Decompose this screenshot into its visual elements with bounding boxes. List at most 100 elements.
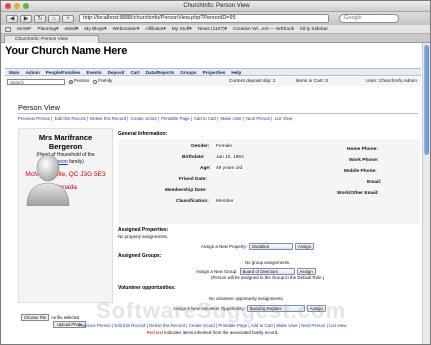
window-title: ChurchInfo: Person View bbox=[183, 3, 250, 9]
tab-bar: ChurchInfo: Person View bbox=[1, 34, 430, 43]
deposit-slip-link[interactable]: Current deposit slip: 2 bbox=[229, 79, 276, 84]
previous-person-link[interactable]: Previous Person bbox=[18, 116, 50, 121]
volunteer-heading: Volunteer opportunities: bbox=[118, 285, 176, 291]
classification-label: Classification: bbox=[176, 199, 209, 204]
next-person-link[interactable]: Next Person bbox=[246, 116, 270, 121]
menu-people-families[interactable]: People/Families bbox=[46, 69, 81, 75]
radio-person[interactable] bbox=[69, 79, 73, 84]
tab-person-view[interactable]: ChurchInfo: Person View bbox=[4, 35, 99, 43]
radio-person-label: Person bbox=[74, 79, 90, 84]
assign-volunteer-button[interactable]: Assign bbox=[306, 305, 326, 312]
groups-heading: Assigned Groups: bbox=[118, 253, 162, 259]
bookmark-item[interactable]: Webmaster▾ bbox=[112, 27, 139, 32]
footer-create-vcard[interactable]: Create vCard bbox=[189, 323, 215, 328]
photo-file-row: Choose File no file selected bbox=[21, 313, 113, 321]
printable-page-link[interactable]: Printable Page bbox=[161, 116, 190, 121]
footer-edit-record[interactable]: Edit this Record bbox=[114, 323, 145, 328]
menu-help[interactable]: Help bbox=[231, 69, 241, 75]
general-info-heading: General Information: bbox=[118, 131, 168, 137]
bookmark-item[interactable]: Planning▾ bbox=[37, 27, 58, 32]
group-role-note: (Person will be assigned to the Group in… bbox=[211, 275, 325, 280]
choose-file-button[interactable]: Choose File bbox=[21, 313, 50, 321]
work-phone-label: Work Phone: bbox=[349, 158, 379, 163]
groups-empty: No group assignments. bbox=[245, 260, 291, 265]
footer-note-rest: indicates items inherited from the assoc… bbox=[162, 330, 279, 335]
footer-list-view[interactable]: List View bbox=[329, 323, 347, 328]
membership-date-label: Membership Date: bbox=[165, 188, 207, 193]
menu-groups[interactable]: Groups bbox=[180, 69, 196, 75]
bookmark-item[interactable]: News (1107)▾ bbox=[198, 27, 227, 32]
footer-add-to-cart[interactable]: Add to Cart bbox=[251, 323, 273, 328]
bookmark-item[interactable]: eMail▾ bbox=[64, 27, 78, 32]
birthdate-label: Birthdate: bbox=[182, 155, 205, 160]
radio-family-label: Family bbox=[98, 79, 113, 84]
footer-previous-person[interactable]: Previous Person bbox=[79, 323, 111, 328]
footer-next-person[interactable]: Next Person bbox=[301, 323, 325, 328]
no-file-label: no file selected bbox=[51, 314, 80, 320]
menu-deposit[interactable]: Deposit bbox=[108, 69, 125, 75]
bookmarks-icon[interactable] bbox=[5, 26, 11, 32]
scrollbar-thumb[interactable] bbox=[424, 45, 429, 155]
footer-note: Red text indicates items inherited from … bbox=[1, 330, 424, 335]
volunteer-select[interactable]: Building Repairs bbox=[246, 305, 305, 312]
group-select[interactable]: Board of Directors bbox=[239, 268, 295, 275]
bookmark-item[interactable]: My Stuff▾ bbox=[172, 27, 192, 32]
bookmark-item[interactable]: MAMP bbox=[17, 27, 31, 32]
add-to-cart-link[interactable]: Add to Cart bbox=[194, 116, 216, 121]
volunteer-empty: No volunteer opportunity assignments. bbox=[209, 296, 284, 301]
browser-window: ChurchInfo: Person View ◀ ▶ ↻ ⌂ + http:/… bbox=[0, 0, 431, 345]
back-button[interactable]: ◀ bbox=[6, 14, 18, 23]
reload-button[interactable]: ↻ bbox=[34, 14, 46, 23]
forward-button[interactable]: ▶ bbox=[20, 14, 32, 23]
search-field[interactable]: Google bbox=[339, 14, 399, 23]
age-value: 49 years old bbox=[216, 166, 243, 171]
make-user-link[interactable]: Make User bbox=[221, 116, 242, 121]
menu-admin[interactable]: Admin bbox=[25, 69, 39, 75]
footer-printable-page[interactable]: Printable Page bbox=[218, 323, 247, 328]
menu-properties[interactable]: Properties bbox=[203, 69, 226, 75]
add-bookmark-button[interactable]: + bbox=[62, 14, 74, 23]
radio-family[interactable] bbox=[93, 79, 98, 84]
bookmark-item[interactable]: My Blogs▾ bbox=[84, 27, 106, 32]
home-button[interactable]: ⌂ bbox=[48, 14, 60, 23]
assign-volunteer-row: Assign a New Volunteer Opportunity: Buil… bbox=[173, 305, 326, 312]
main-menu: Main Admin People/Families Events Deposi… bbox=[5, 68, 421, 76]
avatar-placeholder-icon bbox=[26, 154, 70, 206]
classification-value: Member bbox=[216, 199, 234, 204]
create-vcard-link[interactable]: Create vCard bbox=[130, 116, 156, 121]
footer-delete-record[interactable]: Delete this Record bbox=[149, 323, 185, 328]
menu-data-reports[interactable]: Data/Reports bbox=[146, 69, 175, 75]
church-name: Your Church Name Here bbox=[5, 45, 128, 57]
person-first-name: Mrs Marifrance bbox=[38, 133, 93, 142]
assign-group-button[interactable]: Assign bbox=[296, 268, 316, 275]
age-label: Age: bbox=[200, 166, 211, 171]
list-view-link[interactable]: List View bbox=[275, 116, 293, 121]
properties-empty: No property assignments. bbox=[118, 234, 169, 239]
email-label: Email: bbox=[367, 180, 382, 185]
page-content: Your Church Name Here Main Admin People/… bbox=[1, 43, 424, 344]
vertical-scrollbar[interactable] bbox=[422, 43, 430, 344]
menu-main[interactable]: Main bbox=[9, 69, 19, 75]
menu-cart[interactable]: Cart bbox=[130, 69, 139, 75]
delete-record-link[interactable]: Delete this Record bbox=[90, 116, 126, 121]
page-title: Person View bbox=[18, 103, 60, 112]
address-bar[interactable]: http://localhost:8888/churchinfo/PersonV… bbox=[79, 14, 329, 23]
birthdate-value: Jan 10, 1960 bbox=[216, 155, 244, 160]
edit-record-link[interactable]: Edit this Record bbox=[55, 116, 86, 121]
cart-count: Items in Cart: 0 bbox=[295, 79, 329, 84]
property-select[interactable]: Disabled bbox=[248, 243, 293, 250]
assign-group-row: Assign a New Group: Board of Directors A… bbox=[196, 268, 316, 275]
assign-property-button[interactable]: Assign bbox=[294, 243, 315, 250]
footer-make-user[interactable]: Make User bbox=[276, 323, 297, 328]
title-bar: ChurchInfo: Person View bbox=[1, 1, 430, 12]
quick-search-input[interactable]: Search bbox=[7, 78, 65, 85]
home-phone-label: Home Phone: bbox=[347, 147, 378, 152]
action-links: Previous Person| Edit this Record| Delet… bbox=[18, 116, 293, 121]
assign-group-label: Assign a New Group: bbox=[196, 269, 238, 274]
status-bar: Search Person Family Current deposit sli… bbox=[5, 77, 421, 86]
bookmark-item[interactable]: Creative Wr...ers — WEbook bbox=[233, 27, 294, 32]
menu-events[interactable]: Events bbox=[87, 69, 102, 75]
bookmark-item[interactable]: bit.ly Sidebar bbox=[300, 27, 328, 32]
bookmark-item[interactable]: Affiliates▾ bbox=[145, 27, 165, 32]
current-user: User: ChurchInfo Admin bbox=[366, 79, 417, 84]
